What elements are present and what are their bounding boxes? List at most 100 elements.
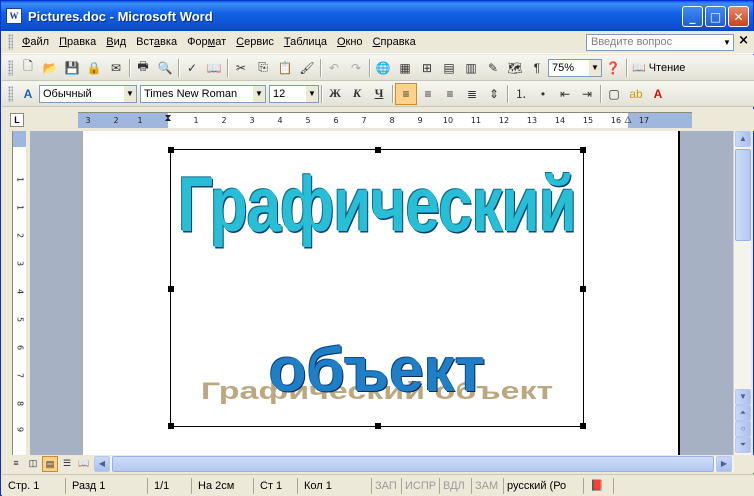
align-left-icon[interactable]: ≡	[395, 82, 417, 105]
menu-insert[interactable]: Вставка	[131, 36, 182, 48]
vertical-scrollbar[interactable]: ▲ ▼ ⏶ ○ ⏷	[733, 131, 751, 455]
style-select[interactable]: Обычный ▼	[39, 84, 137, 103]
outline-view-icon[interactable]: ☰	[59, 456, 75, 472]
horizontal-scrollbar[interactable]: ◀ ▶	[94, 456, 734, 472]
chevron-down-icon[interactable]: ▼	[306, 85, 318, 102]
paste-icon[interactable]: 📋	[274, 57, 296, 79]
menu-file[interactable]: Файл	[17, 36, 54, 48]
undo-icon[interactable]: ↶	[323, 57, 345, 79]
justify-icon[interactable]: ≣	[461, 83, 483, 105]
scroll-up-icon[interactable]: ▲	[735, 131, 751, 147]
menu-tools[interactable]: Сервис	[231, 36, 279, 48]
resize-handle[interactable]	[168, 147, 174, 153]
chevron-down-icon[interactable]: ▼	[589, 59, 601, 76]
resize-handle[interactable]	[168, 423, 174, 429]
align-right-icon[interactable]: ≡	[439, 83, 461, 105]
scroll-left-icon[interactable]: ◀	[94, 456, 110, 472]
status-trk[interactable]: ИСПР	[402, 477, 440, 494]
align-center-icon[interactable]: ≡	[417, 83, 439, 105]
menu-window[interactable]: Окно	[332, 36, 368, 48]
status-ext[interactable]: ВДЛ	[440, 477, 472, 494]
tables-borders-icon[interactable]: ▦	[394, 57, 416, 79]
drawing-icon[interactable]: ✎	[482, 57, 504, 79]
zoom-select[interactable]: 75% ▼	[548, 58, 602, 77]
chevron-down-icon[interactable]: ▼	[124, 85, 136, 102]
borders-icon[interactable]: ▢	[603, 83, 625, 105]
scroll-thumb[interactable]	[735, 149, 751, 241]
print-layout-icon[interactable]: ▤	[42, 456, 58, 472]
spelling-status-icon[interactable]: 📕	[584, 477, 614, 494]
menu-help[interactable]: Справка	[368, 36, 421, 48]
chevron-down-icon[interactable]: ▼	[721, 35, 733, 50]
read-button[interactable]: 📖 Чтение	[629, 61, 688, 75]
cut-icon[interactable]: ✂	[230, 57, 252, 79]
styles-formatting-icon[interactable]: A	[17, 83, 39, 105]
spelling-icon[interactable]: ✓	[181, 57, 203, 79]
resize-handle[interactable]	[580, 286, 586, 292]
minimize-button[interactable]: _	[682, 6, 703, 27]
close-button[interactable]: ✕	[728, 6, 749, 27]
toolbar-grip[interactable]	[8, 59, 13, 76]
chevron-down-icon[interactable]: ▼	[253, 85, 265, 102]
close-document-icon[interactable]: ×	[738, 33, 749, 48]
print-icon[interactable]: 🖶	[132, 57, 154, 79]
insert-excel-icon[interactable]: ▤	[438, 57, 460, 79]
ask-question-input[interactable]: Введите вопрос ▼	[586, 34, 734, 51]
research-icon[interactable]: 📖	[203, 57, 225, 79]
indent-marker-icon[interactable]: ⧗	[164, 113, 171, 124]
insert-table-icon[interactable]: ⊞	[416, 57, 438, 79]
maximize-button[interactable]: □	[705, 6, 726, 27]
font-size-select[interactable]: 12 ▼	[269, 84, 319, 103]
save-icon[interactable]: 💾	[61, 57, 83, 79]
wordart-picture[interactable]: Графический объект Графический объект	[168, 147, 586, 429]
resize-handle[interactable]	[168, 286, 174, 292]
highlight-icon[interactable]: ab	[625, 83, 647, 105]
scroll-down-icon[interactable]: ▼	[735, 389, 751, 405]
title-bar[interactable]: W Pictures.doc - Microsoft Word _ □ ✕	[1, 1, 753, 31]
status-rec[interactable]: ЗАП	[372, 477, 402, 494]
vertical-ruler[interactable]: 1 1 2 3 4 5 6 7 8 9	[12, 131, 26, 455]
copy-icon[interactable]: ⎘	[252, 57, 274, 79]
hscroll-thumb[interactable]	[112, 456, 714, 472]
columns-icon[interactable]: ▥	[460, 57, 482, 79]
toolbar-grip[interactable]	[8, 34, 13, 50]
next-page-icon[interactable]: ⏷	[735, 437, 751, 453]
resize-handle[interactable]	[580, 147, 586, 153]
format-painter-icon[interactable]: 🖌	[296, 57, 318, 79]
numbered-list-icon[interactable]: ⒈	[510, 83, 532, 105]
increase-indent-icon[interactable]: ⇥	[576, 83, 598, 105]
normal-view-icon[interactable]: ≡	[8, 456, 24, 472]
menu-table[interactable]: Таблица	[279, 36, 332, 48]
previous-page-icon[interactable]: ⏶	[735, 405, 751, 421]
help-icon[interactable]: ❓	[602, 57, 624, 79]
line-spacing-icon[interactable]: ⇕	[483, 83, 505, 105]
menu-view[interactable]: Вид	[101, 36, 131, 48]
resize-handle[interactable]	[375, 147, 381, 153]
word-app-icon[interactable]: W	[6, 8, 22, 24]
bullet-list-icon[interactable]: •	[532, 83, 554, 105]
decrease-indent-icon[interactable]: ⇤	[554, 83, 576, 105]
tab-selector[interactable]: L	[10, 113, 24, 127]
redo-icon[interactable]: ↷	[345, 57, 367, 79]
reading-view-icon[interactable]: 📖	[76, 456, 92, 472]
status-language[interactable]: русский (Ро	[504, 477, 584, 494]
font-select[interactable]: Times New Roman ▼	[140, 84, 266, 103]
web-view-icon[interactable]: ◫	[25, 456, 41, 472]
print-preview-icon[interactable]: 🔍	[154, 57, 176, 79]
horizontal-ruler[interactable]: 3 2 1 1 2 3 4 5 6 7 8 9 10 11 12 13 14 1…	[78, 112, 692, 128]
new-document-icon[interactable]: 🗋	[17, 57, 39, 79]
permission-icon[interactable]: 🔒	[83, 57, 105, 79]
toolbar-grip[interactable]	[8, 85, 13, 102]
font-color-icon[interactable]: A	[647, 83, 669, 105]
show-hide-icon[interactable]: ¶	[526, 57, 548, 79]
menu-format[interactable]: Формат	[182, 36, 231, 48]
status-ovr[interactable]: ЗАМ	[472, 477, 504, 494]
scroll-right-icon[interactable]: ▶	[716, 456, 732, 472]
bold-button[interactable]: Ж	[324, 83, 346, 105]
right-indent-marker-icon[interactable]: △	[625, 115, 632, 125]
open-folder-icon[interactable]: 📂	[39, 57, 61, 79]
document-page[interactable]: Графический объект Графический объект	[83, 131, 680, 455]
italic-button[interactable]: К	[346, 83, 368, 105]
document-map-icon[interactable]: 🗺	[504, 57, 526, 79]
underline-button[interactable]: Ч	[368, 83, 390, 105]
